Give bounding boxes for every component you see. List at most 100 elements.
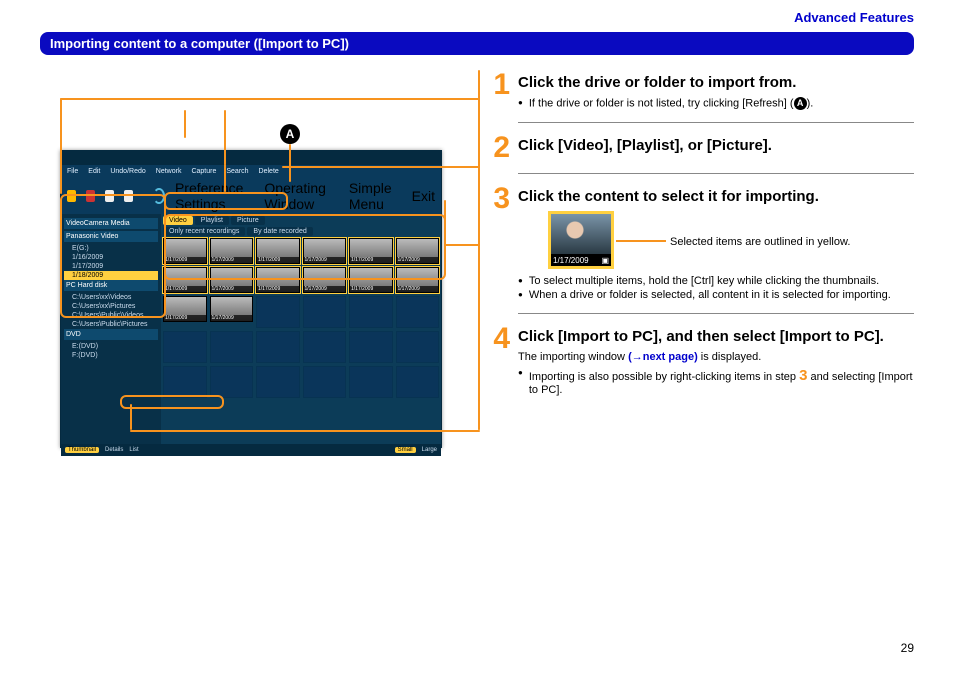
thumbnail-selected[interactable]: 1/17/2009 [396,238,440,264]
thumbnail-selected[interactable]: 1/17/2009 [396,267,440,293]
app-window: File Edit Undo/Redo Network Capture Sear… [60,150,442,448]
sidebar-date-selected[interactable]: 1/18/2009 [64,271,158,280]
sidebar-header[interactable]: VideoCamera Media [64,218,158,229]
tab-picture[interactable]: Picture [231,216,265,225]
section-title-bar: Importing content to a computer ([Import… [40,32,914,55]
empty-cell [396,366,440,398]
sidebar-date[interactable]: 1/16/2009 [64,253,158,262]
menu-item[interactable]: Delete [259,168,279,175]
content-tabs: Video Playlist Picture [163,216,439,225]
footer-size-small[interactable]: Small [395,447,416,453]
footer-thumbnail-mode[interactable]: Thumbnail [65,447,99,453]
sidebar-pc-item[interactable]: C:\Users\xx\Videos [64,293,158,302]
thumbnail-selected[interactable]: 1/17/2009 [256,267,300,293]
filter-tabs: Only recent recordings By date recorded [163,227,439,236]
right-menu-item[interactable]: Exit [412,188,435,204]
disc-icon[interactable] [124,190,133,202]
sidebar-header[interactable]: DVD [64,329,158,340]
empty-cell [396,296,440,328]
sidebar-pc-item[interactable]: C:\Users\xx\Pictures [64,302,158,311]
step4-description: The importing window (→next page) is dis… [518,351,914,363]
advanced-features-link[interactable]: Advanced Features [794,10,914,25]
page-number: 29 [901,641,914,655]
document-page: Advanced Features Importing content to a… [0,0,954,673]
thumbnail-selected[interactable]: 1/17/2009 [303,267,347,293]
step1-bullet: If the drive or folder is not listed, tr… [529,97,813,110]
step-number-2: 2 [488,133,510,163]
empty-cell [303,331,347,363]
thumbnail-selected[interactable]: 1/17/2009 [303,238,347,264]
sidebar-pc-item[interactable]: C:\Users\Public\Videos [64,311,158,320]
menu-item[interactable]: Network [156,168,182,175]
thumbnail[interactable]: 1/17/2009 [210,296,254,328]
empty-cell [163,331,207,363]
empty-cell [396,331,440,363]
right-menu-item[interactable]: Preference Settings [175,180,254,212]
empty-cell [349,296,393,328]
menu-item[interactable]: Undo/Redo [110,168,145,175]
camcorder-icon: ▣ [601,256,609,265]
app-titlebar [61,151,441,165]
step3-title: Click the content to select it for impor… [518,188,914,205]
sidebar-dvd-item[interactable]: F:(DVD) [64,351,158,360]
thumbnail[interactable]: 1/17/2009 [163,296,207,328]
demo-thumbnail: 1/17/2009 ▣ [548,211,614,269]
bullet-icon [518,275,523,287]
thumbnail-selected[interactable]: 1/17/2009 [163,267,207,293]
content-pane: Video Playlist Picture Only recent recor… [161,214,441,444]
youtube-icon[interactable] [86,190,95,202]
footer-mode[interactable]: Details [105,447,123,453]
refresh-marker-a-icon: A [280,124,300,144]
divider [518,122,914,123]
thumbnail-grid: 1/17/2009 1/17/2009 1/17/2009 1/17/2009 … [163,238,439,398]
next-page-link[interactable]: (→next page) [628,351,698,363]
tab-playlist[interactable]: Playlist [195,216,229,225]
footer-size-large[interactable]: Large [422,447,437,453]
sidebar-header[interactable]: Panasonic Video [64,231,158,242]
filter-bydate[interactable]: By date recorded [247,227,312,236]
thumbnail-selected[interactable]: 1/17/2009 [256,238,300,264]
empty-cell [256,296,300,328]
section-title: Importing content to a computer ([Import… [50,36,349,51]
screenshot-area: A File Edit Undo/Redo Network Capture Se… [40,74,460,454]
selection-caption: Selected items are outlined in yellow. [670,236,850,248]
camera-icon[interactable] [105,190,114,202]
menu-item[interactable]: File [67,168,78,175]
sidebar-date[interactable]: 1/17/2009 [64,262,158,271]
empty-cell [256,366,300,398]
step-number-4: 4 [488,324,510,398]
folder-icon[interactable] [67,190,76,202]
empty-cell [210,366,254,398]
refresh-icon[interactable] [153,188,165,204]
sidebar-dvd-item[interactable]: E:(DVD) [64,342,158,351]
tab-video[interactable]: Video [163,216,193,225]
thumbnail-selected[interactable]: 1/17/2009 [349,238,393,264]
sidebar-drive[interactable]: E(G:) [64,244,158,253]
menu-item[interactable]: Capture [191,168,216,175]
footer-mode[interactable]: List [129,447,138,453]
bullet-icon [518,97,523,110]
right-menu-item[interactable]: Simple Menu [349,180,402,212]
instructions-column: 1 Click the drive or folder to import fr… [488,70,914,398]
step3-bullet2: When a drive or folder is selected, all … [529,289,891,301]
step-4: 4 Click [Import to PC], and then select … [488,324,914,398]
step4-bullet: Importing is also possible by right-clic… [529,367,914,396]
thumbnail-selected[interactable]: 1/17/2009 [349,267,393,293]
empty-cell [349,331,393,363]
menu-item[interactable]: Search [226,168,248,175]
refresh-marker-inline-icon: A [794,97,807,110]
thumbnail-selected[interactable]: 1/17/2009 [210,267,254,293]
step1-title: Click the drive or folder to import from… [518,74,914,91]
menu-item[interactable]: Edit [88,168,100,175]
empty-cell [163,366,207,398]
callout-lead [616,240,666,242]
step3-bullet1: To select multiple items, hold the [Ctrl… [529,275,879,287]
right-menu-item[interactable]: Operating Window [264,180,338,212]
step-2: 2 Click [Video], [Playlist], or [Picture… [488,133,914,163]
sidebar-header[interactable]: PC Hard disk [64,280,158,291]
app-menu: File Edit Undo/Redo Network Capture Sear… [61,165,441,178]
sidebar-pc-item[interactable]: C:\Users\Public\Pictures [64,320,158,329]
filter-recent[interactable]: Only recent recordings [163,227,245,236]
thumbnail-selected[interactable]: 1/17/2009 [210,238,254,264]
thumbnail-selected[interactable]: 1/17/2009 [163,238,207,264]
